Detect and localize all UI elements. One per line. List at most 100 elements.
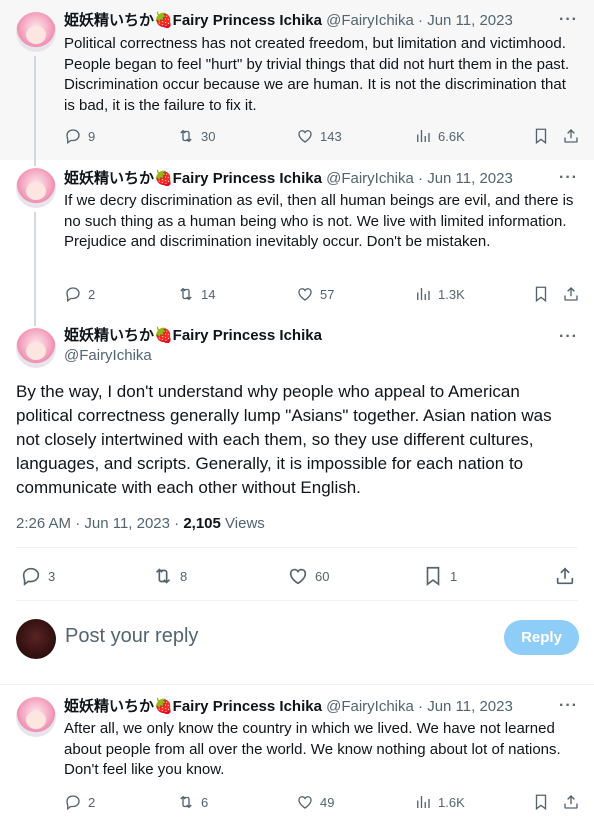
reply-button[interactable]: 2 — [64, 792, 95, 812]
display-name[interactable]: 姫妖精いちか🍓Fairy Princess Ichika — [64, 12, 322, 29]
share-button[interactable] — [562, 126, 580, 146]
reply-button[interactable]: Reply — [504, 620, 579, 655]
handle[interactable]: @FairyIchika — [326, 170, 414, 187]
bookmark-button[interactable]: 1 — [422, 566, 457, 586]
handle[interactable]: @FairyIchika — [326, 12, 414, 29]
views-button[interactable]: 6.6K — [414, 126, 465, 146]
thread-line — [34, 56, 36, 160]
repost-button[interactable]: 30 — [177, 126, 215, 146]
display-name[interactable]: 姫妖精いちか🍓Fairy Princess Ichika — [64, 326, 322, 346]
handle[interactable]: @FairyIchika — [326, 698, 414, 715]
thread-tweet[interactable]: 姫妖精いちか🍓Fairy Princess Ichika @FairyIchik… — [0, 0, 594, 160]
repost-count: 6 — [201, 794, 209, 810]
views-count: 2,105 — [183, 515, 221, 532]
display-name[interactable]: 姫妖精いちか🍓Fairy Princess Ichika — [64, 698, 322, 715]
bookmark-icon — [532, 285, 550, 303]
bookmark-count: 1 — [450, 568, 458, 584]
share-button[interactable] — [562, 792, 580, 812]
tweet-date[interactable]: · Jun 11, 2023 — [418, 170, 513, 187]
repost-icon — [177, 127, 195, 145]
tweet-text: By the way, I don't understand why peopl… — [16, 382, 552, 497]
bookmark-icon — [532, 127, 550, 145]
main-tweet: 姫妖精いちか🍓Fairy Princess Ichika @FairyIchik… — [0, 318, 594, 601]
handle[interactable]: @FairyIchika — [64, 346, 152, 366]
views-label: Views — [220, 515, 265, 532]
avatar[interactable] — [16, 697, 56, 737]
bookmark-button[interactable] — [532, 284, 550, 304]
heart-icon — [296, 793, 314, 811]
tweet-date[interactable]: · Jun 11, 2023 — [418, 698, 513, 715]
views-count: 6.6K — [438, 128, 465, 144]
reply-button[interactable]: 2 — [64, 284, 95, 304]
action-bar: 3 8 60 1 — [20, 566, 580, 586]
repost-icon — [177, 285, 195, 303]
bookmark-icon — [532, 793, 550, 811]
reply-icon — [20, 565, 42, 587]
action-bar: 9 30 143 6.6K — [64, 126, 580, 146]
repost-button[interactable]: 6 — [177, 792, 208, 812]
reply-button[interactable]: 3 — [20, 566, 55, 586]
reply-count: 3 — [48, 568, 56, 584]
reply-icon — [64, 127, 82, 145]
tweet-date[interactable]: · Jun 11, 2023 — [418, 12, 513, 29]
tweet-text: Political correctness has not created fr… — [64, 35, 570, 114]
reply-icon — [64, 285, 82, 303]
tweet-header: 姫妖精いちか🍓Fairy Princess Ichika @FairyIchik… — [64, 169, 513, 189]
tweet-text: After all, we only know the country in w… — [64, 720, 561, 778]
bookmark-button[interactable] — [532, 126, 550, 146]
views-icon — [414, 793, 432, 811]
share-icon — [562, 127, 580, 145]
tweet-text: If we decry discrimination as evil, then… — [64, 192, 574, 250]
reply-count: 2 — [88, 286, 96, 302]
avatar — [16, 619, 56, 659]
reply-count: 9 — [88, 128, 96, 144]
like-button[interactable]: 49 — [296, 792, 334, 812]
thread-line — [34, 212, 36, 318]
heart-icon — [287, 565, 309, 587]
views-button[interactable]: 1.3K — [414, 284, 465, 304]
tweet-timestamp[interactable]: 2:26 AM · Jun 11, 2023 · — [16, 515, 183, 532]
share-button[interactable] — [554, 566, 576, 586]
divider — [16, 547, 578, 548]
views-button[interactable]: 1.6K — [414, 792, 465, 812]
repost-icon — [177, 793, 195, 811]
avatar[interactable] — [16, 328, 56, 368]
tweet-header: 姫妖精いちか🍓Fairy Princess Ichika @FairyIchik… — [64, 11, 513, 31]
more-icon[interactable]: ··· — [559, 328, 578, 346]
repost-count: 30 — [201, 128, 216, 144]
share-icon — [562, 793, 580, 811]
like-button[interactable]: 60 — [287, 566, 329, 586]
more-icon[interactable]: ··· — [559, 697, 578, 715]
display-name-text: 姫妖精いちか🍓Fairy Princess Ichika — [64, 327, 322, 344]
repost-count: 8 — [180, 568, 188, 584]
more-icon[interactable]: ··· — [559, 11, 578, 29]
views-count: 1.6K — [438, 794, 465, 810]
views-count: 1.3K — [438, 286, 465, 302]
like-count: 49 — [320, 794, 335, 810]
avatar[interactable] — [16, 168, 56, 208]
reply-composer: Post your reply Reply — [0, 601, 594, 685]
tweet-meta: 2:26 AM · Jun 11, 2023 · 2,105 Views — [16, 515, 265, 532]
thread-line — [34, 160, 36, 166]
like-button[interactable]: 143 — [296, 126, 342, 146]
like-count: 143 — [320, 128, 342, 144]
bookmark-button[interactable] — [532, 792, 550, 812]
share-button[interactable] — [562, 284, 580, 304]
reply-button[interactable]: 9 — [64, 126, 95, 146]
display-name[interactable]: 姫妖精いちか🍓Fairy Princess Ichika — [64, 170, 322, 187]
reply-input[interactable]: Post your reply — [65, 625, 198, 648]
repost-button[interactable]: 8 — [152, 566, 187, 586]
avatar[interactable] — [16, 12, 56, 52]
views-icon — [414, 285, 432, 303]
thread-tweet[interactable]: 姫妖精いちか🍓Fairy Princess Ichika @FairyIchik… — [0, 160, 594, 318]
repost-button[interactable]: 14 — [177, 284, 215, 304]
more-icon[interactable]: ··· — [559, 169, 578, 187]
like-button[interactable]: 57 — [296, 284, 334, 304]
like-count: 60 — [315, 568, 330, 584]
action-bar: 2 14 57 1.3K — [64, 284, 580, 304]
like-count: 57 — [320, 286, 335, 302]
bookmark-icon — [422, 565, 444, 587]
views-icon — [414, 127, 432, 145]
reply-tweet[interactable]: 姫妖精いちか🍓Fairy Princess Ichika @FairyIchik… — [0, 685, 594, 824]
heart-icon — [296, 285, 314, 303]
